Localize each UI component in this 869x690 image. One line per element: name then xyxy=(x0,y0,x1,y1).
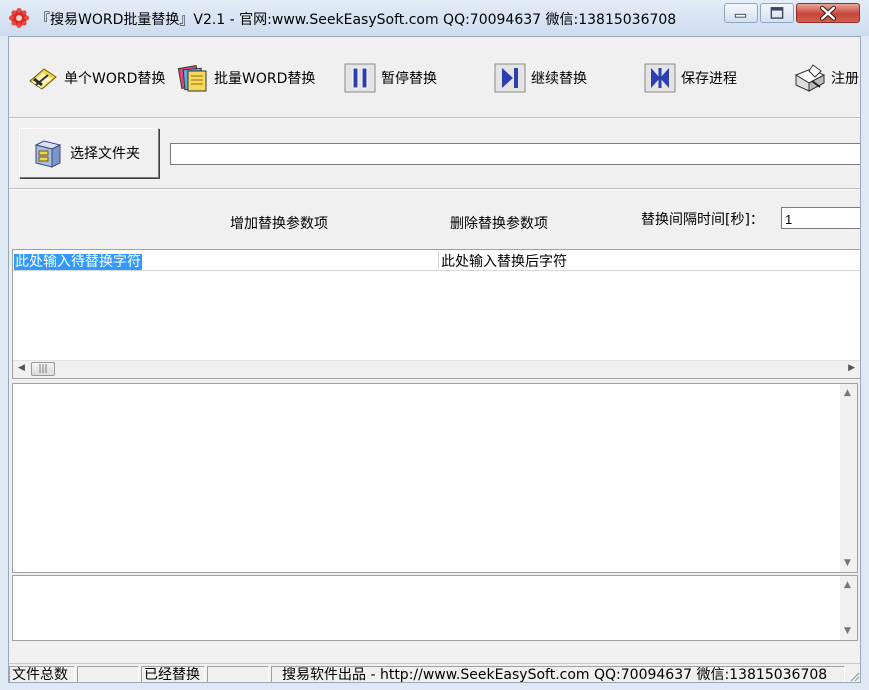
single-document-icon xyxy=(29,68,57,90)
find-text-value: 此处输入待替换字符 xyxy=(14,254,142,270)
register-icon xyxy=(794,64,826,92)
interval-label: 替换间隔时间[秒]： xyxy=(641,212,764,228)
find-text-cell[interactable]: 此处输入待替换字符 xyxy=(14,251,439,270)
title-bar[interactable]: 『搜易WORD批量替换』V2.1 - 官网:www.SeekEasySoft.c… xyxy=(0,0,869,36)
total-files-value xyxy=(77,666,139,682)
credit-text: 搜易软件出品 - http://www.SeekEasySoft.com QQ:… xyxy=(271,666,845,682)
interval-input[interactable] xyxy=(781,207,860,229)
table-row[interactable]: 此处输入待替换字符 此处输入替换后字符 xyxy=(13,250,860,271)
single-word-replace-label: 单个WORD替换 xyxy=(64,71,166,87)
separator xyxy=(9,188,860,190)
status-bar: 文件总数 已经替换 搜易软件出品 - http://www.SeekEasySo… xyxy=(9,663,860,682)
close-icon xyxy=(820,5,836,21)
scroll-up-icon[interactable]: ▲ xyxy=(844,388,851,398)
choose-folder-label: 选择文件夹 xyxy=(70,146,140,162)
maximize-button[interactable] xyxy=(760,3,794,23)
multiple-documents-icon xyxy=(177,65,207,92)
red-gear-icon xyxy=(9,8,29,28)
window-title: 『搜易WORD批量替换』V2.1 - 官网:www.SeekEasySoft.c… xyxy=(36,12,677,28)
minimize-icon xyxy=(734,13,747,18)
save-progress-button[interactable]: 保存进程 xyxy=(643,61,737,95)
replaced-label: 已经替换 xyxy=(141,666,205,682)
choose-folder-button[interactable]: 选择文件夹 xyxy=(19,128,159,178)
delete-parameter-button[interactable]: 删除替换参数项 xyxy=(450,213,548,233)
close-button[interactable] xyxy=(796,3,860,23)
pause-replace-button[interactable]: 暂停替换 xyxy=(343,61,437,95)
scroll-left-icon[interactable]: ◀ xyxy=(18,363,25,373)
maximize-icon xyxy=(770,7,784,19)
continue-replace-label: 继续替换 xyxy=(531,71,587,87)
resize-grip-icon[interactable] xyxy=(848,670,860,682)
play-next-icon xyxy=(494,63,526,93)
replaced-value xyxy=(207,666,269,682)
scroll-right-icon[interactable]: ▶ xyxy=(848,363,855,373)
scroll-thumb[interactable]: ||| xyxy=(31,362,55,376)
scroll-down-icon[interactable]: ▼ xyxy=(844,626,851,636)
vertical-scrollbar[interactable]: ▲ ▼ xyxy=(840,576,857,640)
save-progress-label: 保存进程 xyxy=(681,71,737,87)
scroll-up-icon[interactable]: ▲ xyxy=(844,580,851,590)
batch-word-replace-button[interactable]: 批量WORD替换 xyxy=(176,61,315,95)
add-parameter-button[interactable]: 增加替换参数项 xyxy=(230,213,328,233)
log-memo[interactable]: ▲ ▼ xyxy=(12,383,858,573)
pause-replace-label: 暂停替换 xyxy=(381,71,437,87)
separator xyxy=(9,117,860,119)
register-label: 注册 xyxy=(831,71,859,87)
secondary-log-memo[interactable]: ▲ ▼ xyxy=(12,575,858,641)
save-progress-icon xyxy=(644,63,676,93)
continue-replace-button[interactable]: 继续替换 xyxy=(493,61,587,95)
minimize-button[interactable] xyxy=(724,3,758,23)
vertical-scrollbar[interactable]: ▲ ▼ xyxy=(840,384,857,572)
pause-icon xyxy=(344,63,376,93)
single-word-replace-button[interactable]: 单个WORD替换 xyxy=(26,61,165,95)
total-files-label: 文件总数 xyxy=(9,666,75,682)
register-button[interactable]: 注册 xyxy=(793,61,859,95)
app-window: 『搜易WORD批量替换』V2.1 - 官网:www.SeekEasySoft.c… xyxy=(0,0,869,690)
replace-text-cell[interactable]: 此处输入替换后字符 xyxy=(441,251,567,271)
folder-cabinet-icon xyxy=(34,140,62,168)
parameter-bar: 增加替换参数项 删除替换参数项 替换间隔时间[秒]： xyxy=(9,191,860,249)
folder-path-input[interactable] xyxy=(170,143,860,165)
replace-parameters-grid[interactable]: 此处输入待替换字符 此处输入替换后字符 ◀ ||| ▶ xyxy=(12,249,860,379)
scroll-down-icon[interactable]: ▼ xyxy=(844,558,851,568)
main-panel: 单个WORD替换 批量WORD替换 暂停替换 继续替换 保存进程 注册 选择文件… xyxy=(8,36,861,683)
toolbar: 单个WORD替换 批量WORD替换 暂停替换 继续替换 保存进程 注册 xyxy=(9,37,860,118)
batch-word-replace-label: 批量WORD替换 xyxy=(214,71,316,87)
horizontal-scrollbar[interactable]: ◀ ||| ▶ xyxy=(13,360,860,378)
